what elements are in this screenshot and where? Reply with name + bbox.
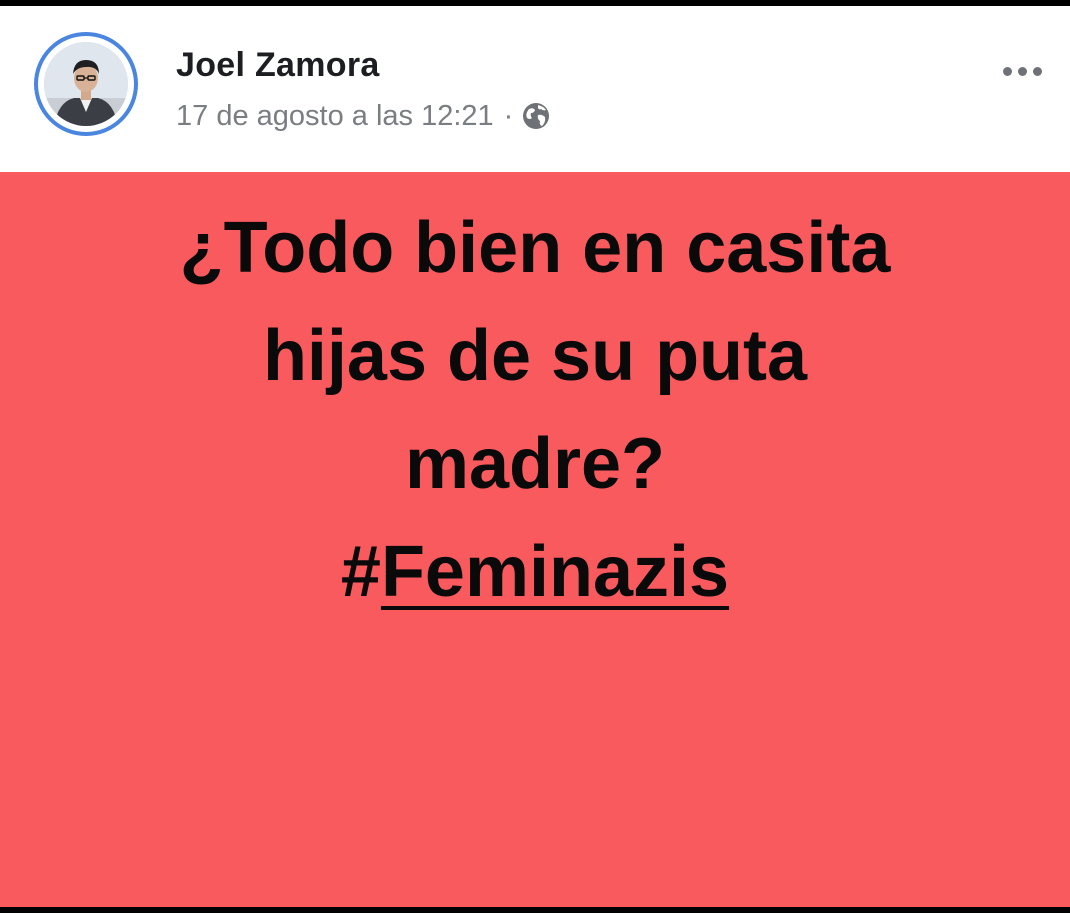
more-options-icon-dot: [1017, 66, 1027, 76]
post-meta: 17 de agosto a las 12:21 ·: [176, 96, 551, 136]
post-text-line: ¿Todo bien en casita: [179, 208, 891, 288]
hashtag-link[interactable]: #Feminazis: [341, 532, 729, 612]
screenshot-frame: Joel Zamora 17 de agosto a las 12:21 · ¿…: [0, 6, 1070, 907]
hashtag-symbol: #: [340, 532, 381, 612]
post-header: Joel Zamora 17 de agosto a las 12:21 ·: [0, 6, 1070, 172]
more-options-icon: [1002, 66, 1012, 76]
hashtag-line: #Feminazis: [0, 518, 1070, 626]
more-options-button[interactable]: [994, 56, 1050, 86]
post-timestamp[interactable]: 17 de agosto a las 12:21: [176, 100, 494, 133]
avatar[interactable]: [44, 42, 128, 126]
post-text: ¿Todo bien en casita hijas de su puta ma…: [0, 194, 1070, 626]
post-text-line: madre?: [404, 424, 666, 504]
meta-separator: ·: [503, 99, 514, 132]
more-options-icon-dot: [1032, 66, 1042, 76]
hashtag-word: Feminazis: [380, 532, 730, 612]
author-name[interactable]: Joel Zamora: [176, 46, 380, 85]
globe-icon[interactable]: [521, 101, 551, 131]
story-ring[interactable]: [34, 32, 138, 136]
post-text-line: hijas de su puta: [262, 316, 808, 396]
avatar-photo: [44, 42, 128, 126]
